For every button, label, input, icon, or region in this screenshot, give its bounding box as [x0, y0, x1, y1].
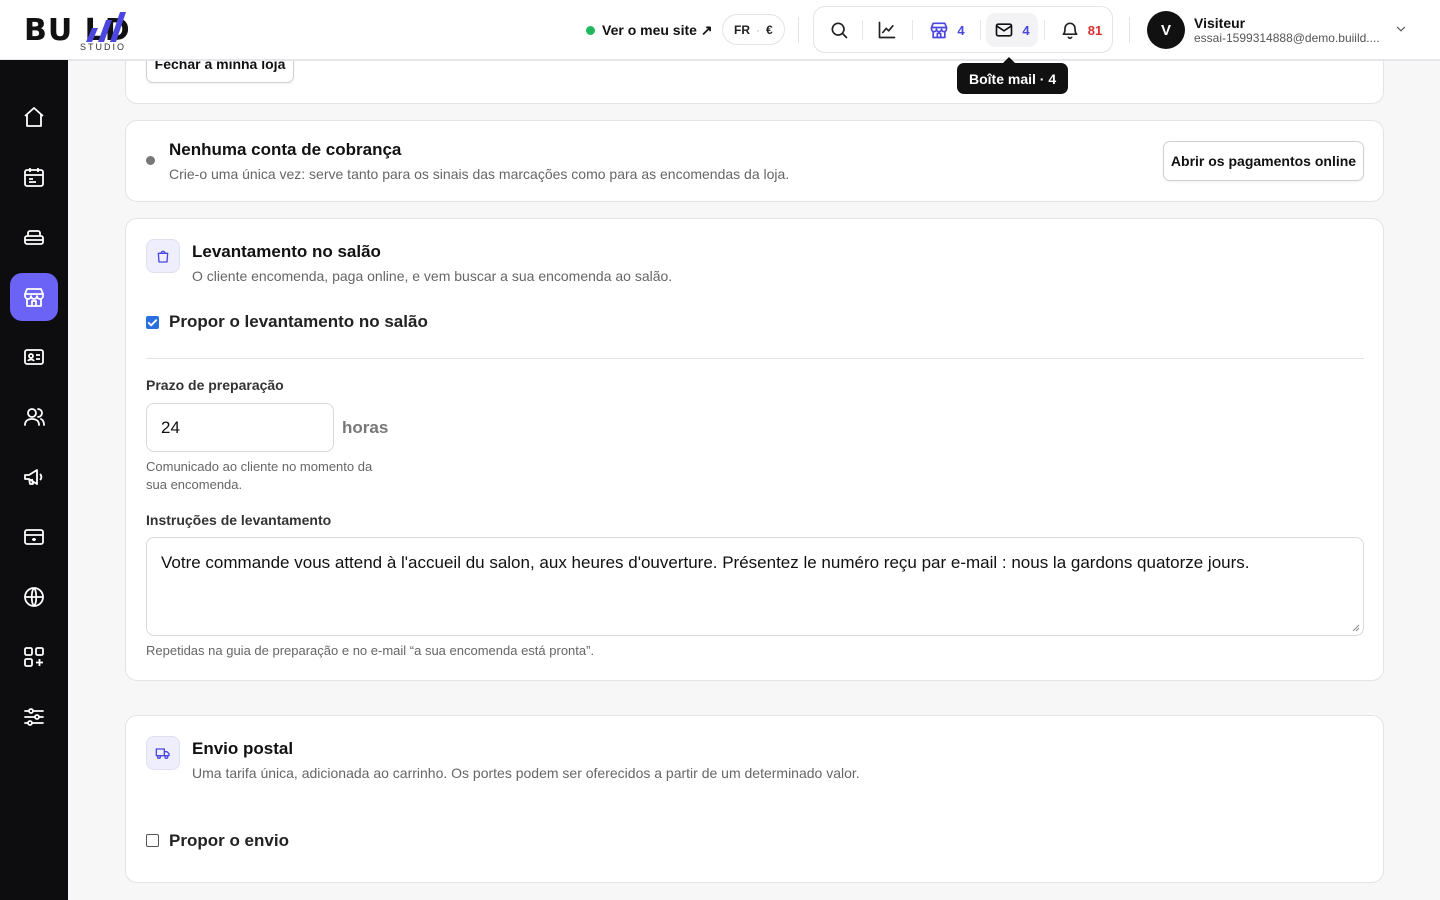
- shipping-card: Envio postal Uma tarifa única, adicionad…: [125, 715, 1384, 883]
- bell-icon: [1062, 22, 1078, 40]
- shipping-checkbox[interactable]: [146, 834, 159, 847]
- logo[interactable]: BU LD STUDIO: [24, 8, 184, 52]
- pickup-description: O cliente encomenda, paga online, e vem …: [192, 268, 673, 284]
- sidebar-item-shop[interactable]: [10, 273, 58, 321]
- divider: [912, 20, 913, 40]
- divider: [798, 17, 799, 43]
- stats-button[interactable]: [870, 13, 904, 47]
- home-icon: [24, 107, 44, 127]
- sidebar-item-website[interactable]: [10, 573, 58, 621]
- language-code: FR: [734, 22, 750, 37]
- search-button[interactable]: [822, 13, 856, 47]
- user-info: Visiteur essai-1599314888@demo.buiild...…: [1194, 15, 1384, 45]
- language-currency-selector[interactable]: FR · €: [722, 14, 785, 45]
- notifications-button[interactable]: 81: [1054, 13, 1108, 47]
- currency-symbol: €: [766, 22, 773, 37]
- sidebar-item-contacts[interactable]: [10, 333, 58, 381]
- billing-description: Crie-o uma única vez: serve tanto para o…: [169, 166, 790, 182]
- pickup-card: Levantamento no salão O cliente encomend…: [125, 218, 1384, 681]
- toolbar: 4 4 81: [813, 6, 1113, 53]
- avatar: V: [1147, 11, 1185, 49]
- pickup-instructions-label: Instruções de levantamento: [146, 512, 332, 528]
- checkmark-icon: [147, 319, 158, 327]
- header-divider: [68, 60, 1440, 61]
- truck-icon: [155, 748, 170, 759]
- user-name: Visiteur: [1194, 15, 1246, 31]
- sidebar-item-team[interactable]: [10, 393, 58, 441]
- shipping-icon-box: [146, 736, 180, 770]
- chart-line-icon: [878, 21, 896, 39]
- pickup-checkbox[interactable]: [146, 316, 159, 329]
- mailbox-button[interactable]: 4: [986, 13, 1038, 47]
- search-icon: [831, 22, 848, 39]
- view-site-link[interactable]: Ver o meu site ↗: [586, 19, 713, 41]
- sidebar-item-home[interactable]: [10, 93, 58, 141]
- pickup-instructions-textarea[interactable]: Votre commande vous attend à l'accueil d…: [146, 537, 1364, 636]
- prep-time-input[interactable]: 24: [146, 403, 334, 452]
- pickup-instructions-hint: Repetidas na guia de preparação e no e-m…: [146, 643, 595, 658]
- separator-dot: ·: [756, 22, 760, 37]
- divider: [980, 20, 981, 40]
- store-icon: [24, 288, 44, 307]
- online-status-dot: [586, 25, 595, 35]
- divider: [1044, 20, 1045, 40]
- prep-time-unit: horas: [342, 418, 389, 437]
- payment-card-icon: [24, 529, 44, 545]
- pickup-icon-box: [146, 239, 180, 273]
- view-site-label: Ver o meu site ↗: [602, 21, 713, 38]
- sliders-icon: [24, 708, 44, 726]
- chevron-down-icon[interactable]: [1394, 22, 1408, 36]
- shipping-description: Uma tarifa única, adicionada ao carrinho…: [192, 765, 860, 781]
- prep-time-label: Prazo de preparação: [146, 377, 284, 393]
- store-icon: [931, 22, 948, 39]
- resize-handle-icon[interactable]: [1352, 624, 1360, 632]
- divider: [862, 20, 863, 40]
- user-menu[interactable]: V Visiteur essai-1599314888@demo.buiild.…: [1147, 10, 1384, 50]
- pickup-instructions-text: Votre commande vous attend à l'accueil d…: [161, 553, 1250, 572]
- logo-subtitle: STUDIO: [80, 42, 127, 52]
- pickup-checkbox-label[interactable]: Propor o levantamento no salão: [169, 312, 428, 332]
- contact-card-icon: [24, 349, 44, 365]
- billing-title: Nenhuma conta de cobrança: [169, 140, 402, 159]
- status-dot: [146, 156, 155, 165]
- sidebar: [0, 60, 68, 900]
- open-online-payments-button[interactable]: Abrir os pagamentos online: [1163, 141, 1364, 181]
- pickup-title: Levantamento no salão: [192, 242, 381, 261]
- notifications-count-badge: 81: [1087, 22, 1103, 38]
- sidebar-item-calendar[interactable]: [10, 153, 58, 201]
- billing-card: Nenhuma conta de cobrança Crie-o uma úni…: [125, 120, 1384, 202]
- top-bar: BU LD STUDIO Ver o meu site ↗ FR · € 4 4…: [0, 0, 1440, 60]
- shopping-bag-icon: [157, 250, 169, 263]
- shipping-title: Envio postal: [192, 739, 294, 758]
- services-icon: [24, 230, 44, 245]
- sidebar-item-apps[interactable]: [10, 633, 58, 681]
- shop-count-badge: 4: [957, 22, 965, 38]
- mail-icon: [996, 23, 1013, 37]
- shop-button[interactable]: 4: [918, 13, 976, 47]
- mail-count-badge: 4: [1022, 22, 1030, 38]
- sidebar-item-services[interactable]: [10, 213, 58, 261]
- megaphone-icon: [24, 469, 43, 485]
- calendar-icon: [24, 168, 44, 187]
- shipping-checkbox-label[interactable]: Propor o envio: [169, 831, 289, 851]
- apps-icon: [24, 647, 44, 667]
- user-email: essai-1599314888@demo.buiild....: [1194, 31, 1380, 45]
- sidebar-item-settings[interactable]: [10, 693, 58, 741]
- mailbox-tooltip: Boîte mail · 4: [957, 57, 1069, 94]
- section-divider: [146, 358, 1364, 359]
- users-icon: [24, 408, 45, 426]
- sidebar-item-payments[interactable]: [10, 513, 58, 561]
- globe-icon: [24, 587, 44, 607]
- prep-time-hint: Comunicado ao cliente no momento da sua …: [146, 459, 373, 492]
- logo-bars-icon: [86, 12, 126, 42]
- divider: [1129, 17, 1130, 43]
- sidebar-item-marketing[interactable]: [10, 453, 58, 501]
